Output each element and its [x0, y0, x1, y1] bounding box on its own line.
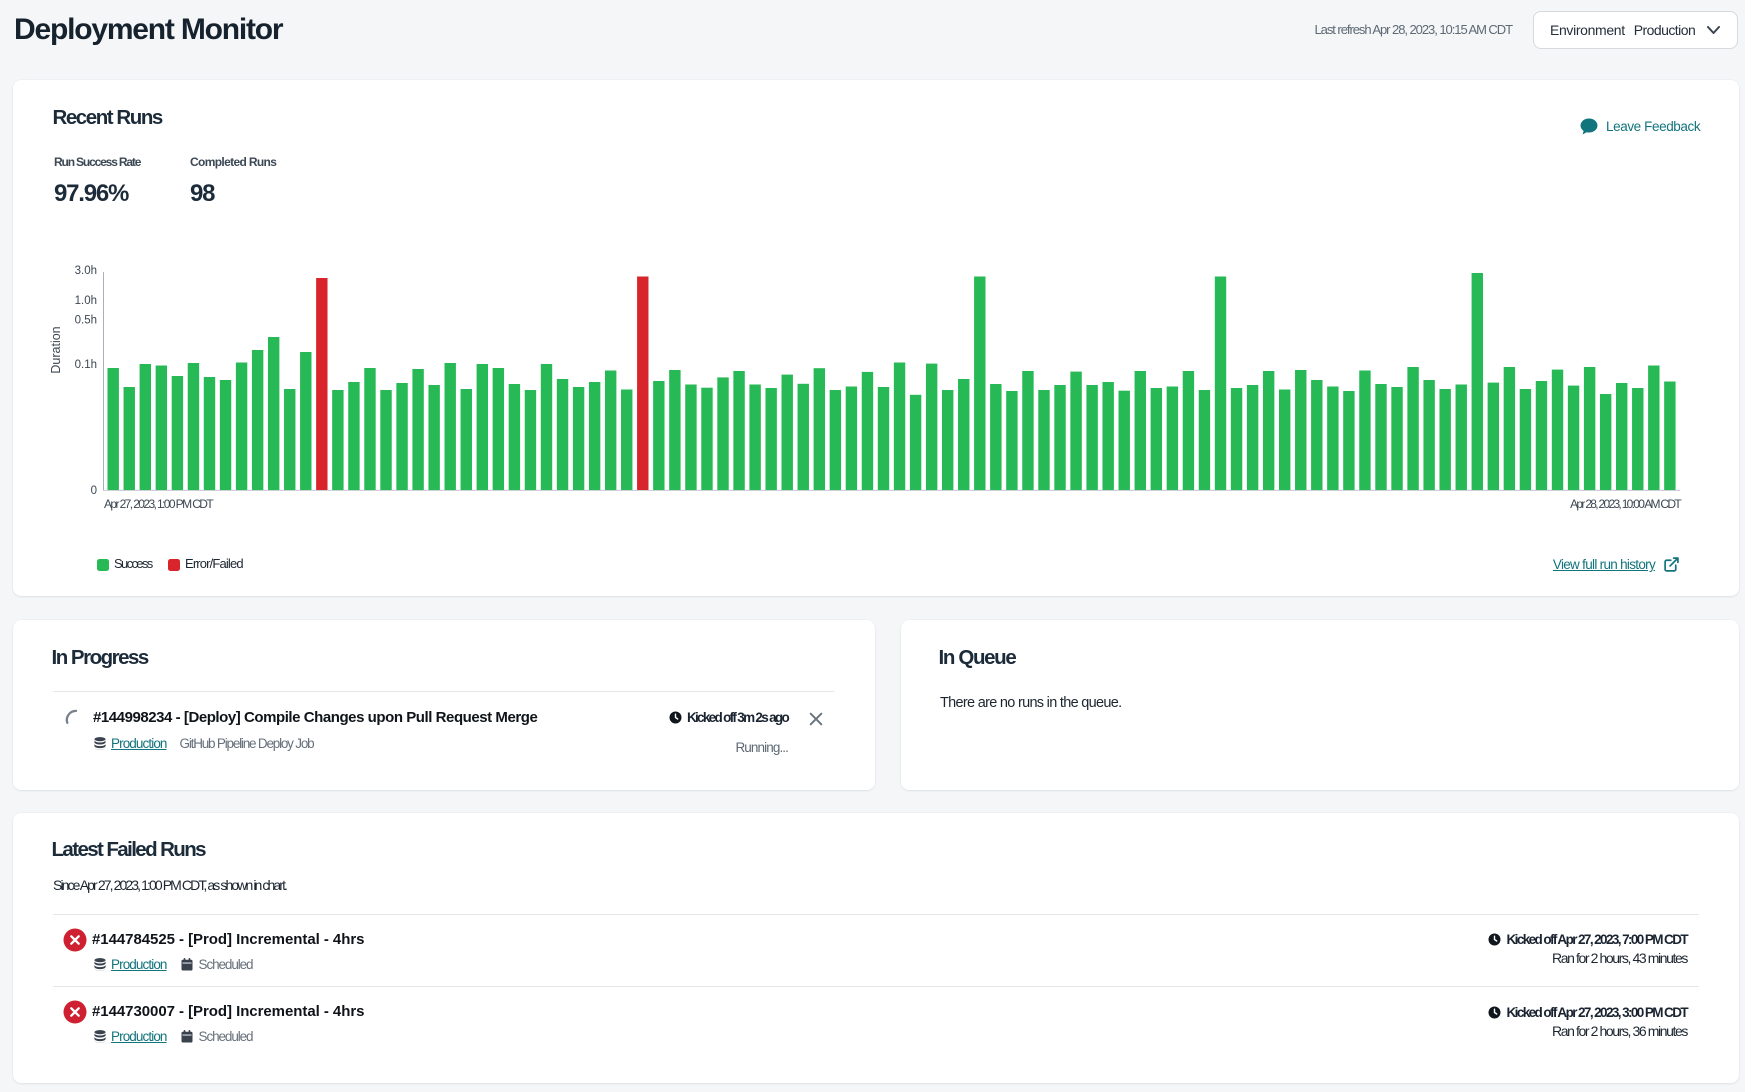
- svg-text:3.0h: 3.0h: [75, 265, 97, 277]
- svg-text:0: 0: [91, 485, 97, 497]
- svg-text:Duration: Duration: [49, 326, 63, 373]
- svg-text:Apr 27, 2023, 1:00 PM CDT: Apr 27, 2023, 1:00 PM CDT: [104, 497, 214, 511]
- svg-text:Apr 28, 2023, 10:00 AM CDT: Apr 28, 2023, 10:00 AM CDT: [1570, 497, 1682, 511]
- svg-text:0.5h: 0.5h: [75, 315, 97, 327]
- svg-text:1.0h: 1.0h: [75, 295, 97, 307]
- svg-text:0.1h: 0.1h: [75, 359, 97, 371]
